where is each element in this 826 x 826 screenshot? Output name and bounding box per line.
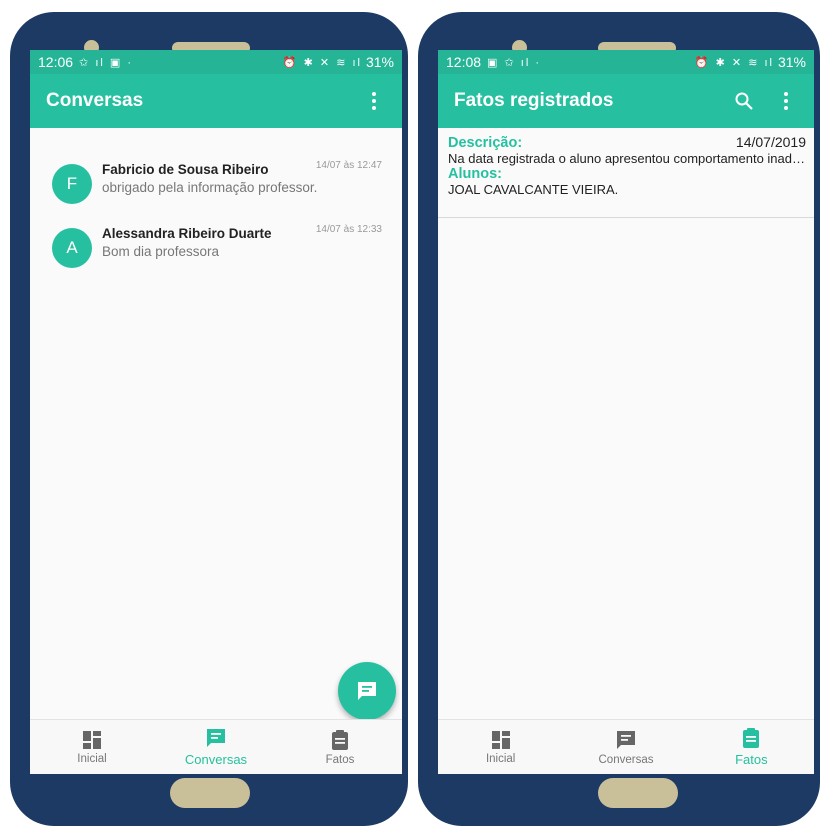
- conversation-name: Fabricio de Sousa Ribeiro: [102, 162, 269, 177]
- more-options-icon[interactable]: [774, 89, 798, 113]
- clipboard-icon: [743, 728, 760, 748]
- avatar: F: [52, 164, 92, 204]
- avatar: A: [52, 228, 92, 268]
- battery-level: 31%: [777, 54, 806, 70]
- status-notification-icons: ▣ ✩ ıl ·: [487, 56, 541, 69]
- fato-list-item[interactable]: Descrição: 14/07/2019 Na data registrada…: [438, 128, 814, 218]
- page-title: Fatos registrados: [454, 90, 614, 111]
- clipboard-icon: [332, 729, 348, 750]
- nav-label-conversas: Conversas: [184, 752, 248, 767]
- nav-item-fatos[interactable]: Fatos: [689, 720, 814, 774]
- descricao-text: Na data registrada o aluno apresentou co…: [448, 151, 806, 166]
- nav-item-inicial[interactable]: Inicial: [30, 720, 154, 774]
- nav-item-conversas[interactable]: Conversas: [563, 720, 688, 774]
- home-button[interactable]: [170, 778, 250, 808]
- fato-date: 14/07/2019: [735, 134, 806, 150]
- bottom-navigation: Inicial Conversas Fatos: [30, 719, 402, 774]
- dashboard-icon: [491, 730, 510, 749]
- status-time: 12:06: [38, 54, 74, 70]
- nav-item-conversas[interactable]: Conversas: [154, 720, 278, 774]
- alunos-text: JOAL CAVALCANTE VIEIRA.: [448, 182, 619, 197]
- nav-label-inicial: Inicial: [485, 752, 516, 765]
- screen-fatos: 12:08 ▣ ✩ ıl · ⏰ ✱ ✕ ≋ ıl 31% Fatos regi…: [438, 50, 814, 774]
- chat-icon: [207, 729, 225, 747]
- descricao-label: Descrição:: [448, 135, 523, 151]
- conversation-time: 14/07 às 12:33: [315, 224, 382, 235]
- chat-icon: [616, 730, 635, 749]
- nav-label-inicial: Inicial: [77, 752, 107, 765]
- app-bar: Fatos registrados: [438, 74, 814, 128]
- nav-label-fatos: Fatos: [325, 753, 355, 766]
- status-time: 12:08: [446, 54, 482, 70]
- dashboard-icon: [83, 730, 101, 749]
- conversation-item[interactable]: A Alessandra Ribeiro Duarte Bom dia prof…: [30, 222, 402, 282]
- phone-frame-left: 12:06 ✩ ıl ▣ · ⏰ ✱ ✕ ≋ ıl 31% Conversas …: [10, 12, 408, 826]
- conversation-time: 14/07 às 12:47: [315, 160, 382, 171]
- nav-label-fatos: Fatos: [735, 752, 768, 767]
- app-bar: Conversas: [30, 74, 402, 128]
- phone-frame-right: 12:08 ▣ ✩ ıl · ⏰ ✱ ✕ ≋ ıl 31% Fatos regi…: [418, 12, 820, 826]
- home-button[interactable]: [598, 778, 678, 808]
- status-notification-icons: ✩ ıl ▣ ·: [79, 56, 133, 69]
- conversation-item[interactable]: F Fabricio de Sousa Ribeiro obrigado pel…: [30, 158, 402, 218]
- nav-label-conversas: Conversas: [598, 753, 654, 766]
- bottom-navigation: Inicial Conversas Fatos: [438, 719, 814, 774]
- more-options-icon[interactable]: [362, 89, 386, 113]
- nav-item-inicial[interactable]: Inicial: [438, 720, 563, 774]
- conversation-name: Alessandra Ribeiro Duarte: [102, 226, 272, 241]
- battery-level: 31%: [365, 54, 394, 70]
- conversation-last-message: Bom dia professora: [102, 244, 220, 259]
- status-system-icons: ⏰ ✱ ✕ ≋ ıl: [694, 56, 774, 69]
- new-message-button[interactable]: [338, 662, 396, 720]
- status-system-icons: ⏰ ✱ ✕ ≋ ıl: [282, 56, 362, 69]
- nav-item-fatos[interactable]: Fatos: [278, 720, 402, 774]
- status-bar: 12:08 ▣ ✩ ıl · ⏰ ✱ ✕ ≋ ıl 31%: [438, 50, 814, 74]
- alunos-label: Alunos:: [448, 166, 502, 182]
- chat-icon: [358, 682, 376, 700]
- search-icon[interactable]: [732, 89, 756, 113]
- conversation-last-message: obrigado pela informação professor.: [102, 180, 318, 195]
- page-title: Conversas: [46, 90, 144, 111]
- status-bar: 12:06 ✩ ıl ▣ · ⏰ ✱ ✕ ≋ ıl 31%: [30, 50, 402, 74]
- screen-conversas: 12:06 ✩ ıl ▣ · ⏰ ✱ ✕ ≋ ıl 31% Conversas …: [30, 50, 402, 774]
